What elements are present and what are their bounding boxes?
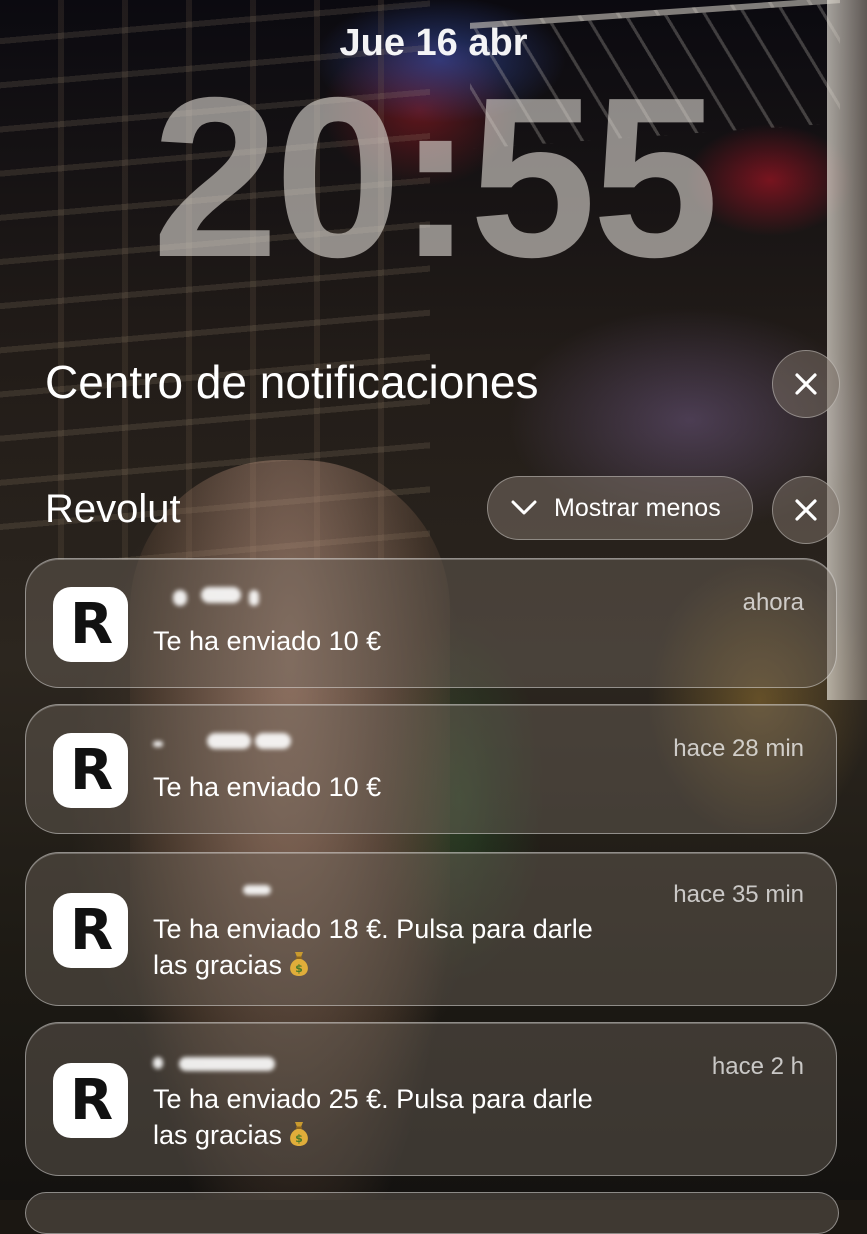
app-group-title: Revolut xyxy=(45,487,181,531)
revolut-app-icon: R xyxy=(53,733,128,808)
svg-text:$: $ xyxy=(295,1132,303,1145)
show-less-label: Mostrar menos xyxy=(554,493,721,522)
notification-time: hace 28 min xyxy=(673,735,804,762)
notification-center-close-button[interactable] xyxy=(772,350,840,418)
notification-message-line: las gracias $ xyxy=(153,1117,796,1153)
notification-time: ahora xyxy=(742,589,804,616)
notification-message: Te ha enviado 10 € xyxy=(153,626,382,656)
notification-time: hace 2 h xyxy=(711,1053,804,1080)
notification-message: Te ha enviado 25 €. Pulsa para darle las… xyxy=(153,1081,796,1153)
notification-center-title: Centro de notificaciones xyxy=(45,356,539,408)
notification-card-partial[interactable] xyxy=(25,1192,839,1234)
show-less-button[interactable]: Mostrar menos xyxy=(487,476,753,540)
notification-card[interactable]: R hace 35 min Te ha enviado 18 €. Pulsa … xyxy=(25,852,837,1006)
revolut-app-icon: R xyxy=(53,1063,128,1138)
chevron-down-icon xyxy=(511,500,537,515)
notification-card[interactable]: R hace 2 h Te ha enviado 25 €. Pulsa par… xyxy=(25,1022,837,1176)
notification-message-line: las gracias $ xyxy=(153,947,796,983)
money-bag-icon: $ xyxy=(290,952,308,976)
revolut-app-icon: R xyxy=(53,587,128,662)
redacted-sender-name xyxy=(153,583,293,613)
group-clear-button[interactable] xyxy=(772,476,840,544)
close-icon xyxy=(795,499,817,521)
revolut-app-icon: R xyxy=(53,893,128,968)
notification-message-line: Te ha enviado 25 €. Pulsa para darle xyxy=(153,1084,593,1114)
svg-text:$: $ xyxy=(295,962,303,975)
notification-time: hace 35 min xyxy=(673,881,804,908)
notification-card[interactable]: R hace 28 min Te ha enviado 10 € xyxy=(25,704,837,834)
lock-time: 20:55 xyxy=(151,51,719,305)
notification-message-line: Te ha enviado 18 €. Pulsa para darle xyxy=(153,914,593,944)
redacted-sender-name xyxy=(153,729,293,759)
notification-card[interactable]: R ahora Te ha enviado 10 € xyxy=(25,558,837,688)
notification-message: Te ha enviado 18 €. Pulsa para darle las… xyxy=(153,911,796,983)
money-bag-icon: $ xyxy=(290,1122,308,1146)
close-icon xyxy=(795,373,817,395)
notification-message: Te ha enviado 10 € xyxy=(153,772,382,802)
redacted-sender-name xyxy=(153,1047,293,1077)
redacted-sender-name xyxy=(153,877,293,907)
